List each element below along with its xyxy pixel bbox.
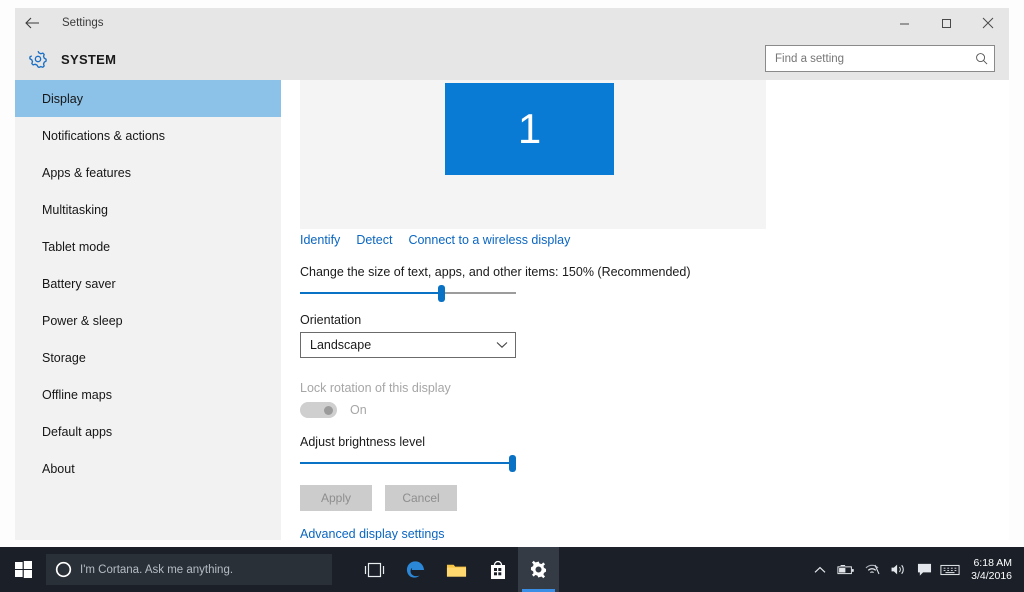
- settings-gear-icon[interactable]: [518, 547, 559, 592]
- slider-fill: [300, 292, 441, 294]
- wifi-icon[interactable]: [859, 547, 885, 592]
- sidebar-item-power-sleep[interactable]: Power & sleep: [15, 302, 281, 339]
- taskbar: I'm Cortana. Ask me anything. 6:18 AM 3/…: [0, 547, 1024, 592]
- taskbar-clock[interactable]: 6:18 AM 3/4/2016: [963, 547, 1024, 592]
- advanced-display-settings-link[interactable]: Advanced display settings: [300, 527, 445, 540]
- slider-thumb[interactable]: [438, 285, 445, 302]
- clock-date: 3/4/2016: [971, 569, 1012, 582]
- action-center-icon[interactable]: [911, 547, 937, 592]
- cortana-circle-icon: [46, 561, 80, 578]
- cortana-placeholder: I'm Cortana. Ask me anything.: [80, 563, 234, 576]
- sidebar-nav: Display Notifications & actions Apps & f…: [15, 80, 281, 540]
- lock-rotation-state: On: [350, 403, 367, 417]
- keyboard-icon[interactable]: [937, 547, 963, 592]
- desktop-screen: Settings SYSTEM Find a setting Display N…: [0, 0, 1024, 592]
- system-tray: 6:18 AM 3/4/2016: [807, 547, 1024, 592]
- sidebar-item-label: Tablet mode: [42, 239, 111, 254]
- window-title: Settings: [62, 17, 104, 29]
- sidebar-item-display[interactable]: Display: [15, 80, 281, 117]
- lock-rotation-label: Lock rotation of this display: [300, 381, 451, 395]
- edge-browser-icon[interactable]: [395, 547, 436, 592]
- sidebar-item-default-apps[interactable]: Default apps: [15, 413, 281, 450]
- orientation-select[interactable]: Landscape: [300, 332, 516, 358]
- orientation-value: Landscape: [310, 338, 372, 352]
- battery-icon[interactable]: [833, 547, 859, 592]
- back-arrow-icon[interactable]: [15, 8, 49, 38]
- sidebar-item-label: Power & sleep: [42, 313, 123, 328]
- sidebar-item-offline-maps[interactable]: Offline maps: [15, 376, 281, 413]
- volume-icon[interactable]: [885, 547, 911, 592]
- maximize-icon[interactable]: [925, 8, 967, 38]
- sidebar-item-label: Display: [42, 91, 83, 106]
- sidebar-item-label: Notifications & actions: [42, 128, 165, 143]
- monitor-tile-1[interactable]: 1: [445, 83, 614, 175]
- sidebar-item-battery-saver[interactable]: Battery saver: [15, 265, 281, 302]
- scaling-label: Change the size of text, apps, and other…: [300, 265, 691, 279]
- show-hidden-icons-chevron-icon[interactable]: [807, 547, 833, 592]
- toggle-knob: [324, 406, 333, 415]
- main-content: 1 Identify Detect Connect to a wireless …: [281, 80, 1009, 540]
- lock-rotation-toggle[interactable]: [300, 402, 337, 418]
- slider-thumb[interactable]: [509, 455, 516, 472]
- sidebar-item-label: Multitasking: [42, 202, 108, 217]
- slider-fill: [300, 462, 513, 464]
- settings-window: Settings SYSTEM Find a setting Display N…: [15, 8, 1009, 540]
- store-icon[interactable]: [477, 547, 518, 592]
- sidebar-item-label: Storage: [42, 350, 86, 365]
- window-body: Display Notifications & actions Apps & f…: [15, 80, 1009, 540]
- sidebar-item-apps-features[interactable]: Apps & features: [15, 154, 281, 191]
- apply-button[interactable]: Apply: [300, 485, 372, 511]
- lock-rotation-toggle-row: On: [300, 402, 367, 418]
- clock-time: 6:18 AM: [973, 556, 1012, 569]
- sidebar-item-tablet-mode[interactable]: Tablet mode: [15, 228, 281, 265]
- action-buttons: Apply Cancel: [300, 485, 457, 511]
- sidebar-item-label: Default apps: [42, 424, 113, 439]
- chevron-down-icon: [496, 341, 508, 349]
- taskbar-app-buttons: [354, 547, 559, 592]
- windows-start-icon[interactable]: [0, 547, 46, 592]
- sidebar-item-about[interactable]: About: [15, 450, 281, 487]
- detect-link[interactable]: Detect: [356, 233, 392, 247]
- slider-remainder: [441, 292, 516, 294]
- identify-link[interactable]: Identify: [300, 233, 340, 247]
- page-title: SYSTEM: [61, 51, 117, 67]
- monitor-number-label: 1: [517, 105, 542, 152]
- brightness-slider[interactable]: [300, 454, 516, 472]
- search-input[interactable]: [766, 46, 968, 71]
- window-controls: [883, 8, 1009, 38]
- connect-wireless-display-link[interactable]: Connect to a wireless display: [408, 233, 570, 247]
- gear-icon: [15, 49, 61, 69]
- cortana-search-box[interactable]: I'm Cortana. Ask me anything.: [46, 554, 332, 585]
- orientation-label: Orientation: [300, 313, 362, 327]
- display-action-links: Identify Detect Connect to a wireless di…: [300, 233, 570, 247]
- minimize-icon[interactable]: [883, 8, 925, 38]
- section-header: SYSTEM: [15, 38, 1009, 80]
- title-bar: Settings: [15, 8, 1009, 38]
- display-preview-panel: 1: [300, 80, 766, 229]
- sidebar-item-label: About: [42, 461, 75, 476]
- search-icon: [968, 52, 994, 65]
- sidebar-item-notifications-actions[interactable]: Notifications & actions: [15, 117, 281, 154]
- sidebar-item-label: Battery saver: [42, 276, 116, 291]
- close-icon[interactable]: [967, 8, 1009, 38]
- sidebar-item-label: Apps & features: [42, 165, 131, 180]
- scaling-slider[interactable]: [300, 284, 516, 302]
- sidebar-item-storage[interactable]: Storage: [15, 339, 281, 376]
- task-view-icon[interactable]: [354, 547, 395, 592]
- search-box[interactable]: [765, 45, 995, 72]
- sidebar-item-label: Offline maps: [42, 387, 112, 402]
- cancel-button[interactable]: Cancel: [385, 485, 457, 511]
- brightness-label: Adjust brightness level: [300, 435, 426, 449]
- file-explorer-icon[interactable]: [436, 547, 477, 592]
- sidebar-item-multitasking[interactable]: Multitasking: [15, 191, 281, 228]
